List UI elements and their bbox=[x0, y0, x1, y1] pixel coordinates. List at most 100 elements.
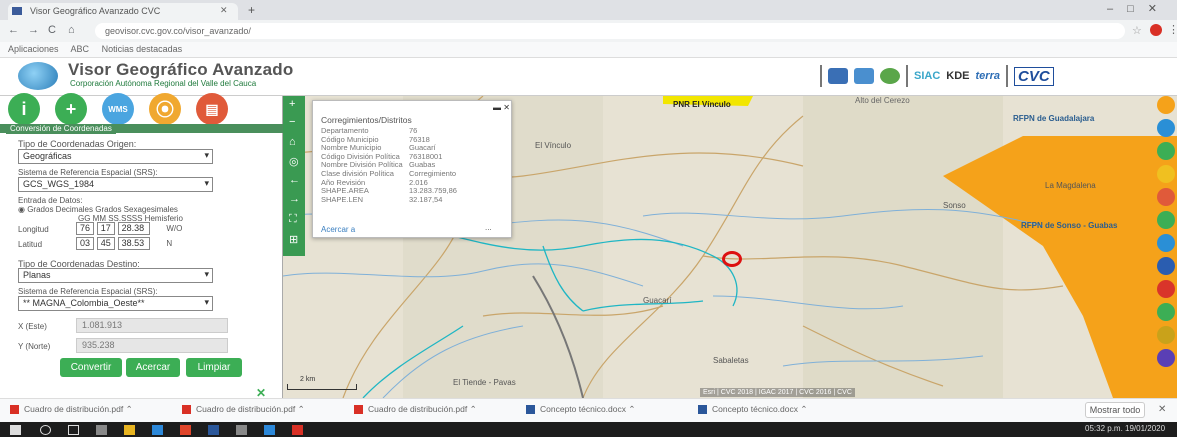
forward-icon[interactable]: → bbox=[28, 24, 39, 36]
fullscreen-icon[interactable]: ⛶ bbox=[289, 213, 297, 226]
divider bbox=[1005, 65, 1008, 87]
popup-title: Corregimientos/Distritos bbox=[321, 115, 412, 125]
system-tray-clock[interactable]: 05:32 p.m. 19/01/2020 bbox=[1085, 424, 1165, 433]
layer-toggle-icon[interactable] bbox=[1157, 165, 1175, 183]
layer-toggle-icon[interactable] bbox=[1157, 326, 1175, 344]
previous-extent-icon[interactable]: ← bbox=[289, 174, 300, 186]
scale-bar bbox=[287, 384, 357, 390]
lon-hemisphere[interactable]: W/O bbox=[166, 224, 182, 233]
browser-tab[interactable]: Visor Geográfico Avanzado CVC bbox=[8, 3, 238, 20]
print-icon[interactable]: ▤ bbox=[196, 93, 228, 125]
taskbar-app-icon[interactable] bbox=[236, 425, 247, 435]
bookmark-star-icon[interactable]: ☆ bbox=[1132, 24, 1142, 37]
data-input-radios[interactable]: ◉ Grados Decimales Grados Sexagesimales bbox=[18, 205, 178, 214]
taskbar-app-icon[interactable] bbox=[96, 425, 107, 435]
layer-toggle-icon[interactable] bbox=[1157, 142, 1175, 160]
layer-toggle-icon[interactable] bbox=[1157, 188, 1175, 206]
siac-logo: SIAC bbox=[914, 70, 941, 82]
pdf-reader-icon[interactable] bbox=[292, 425, 303, 435]
taskbar-app-icon[interactable] bbox=[264, 425, 275, 435]
home-icon[interactable]: ⌂ bbox=[68, 24, 75, 36]
download-item[interactable]: Cuadro de distribución.pdf ⌃ bbox=[182, 404, 305, 415]
info-icon[interactable]: i bbox=[8, 93, 40, 125]
origin-srs-select[interactable]: GCS_WGS_1984 bbox=[18, 177, 213, 192]
radio-labels: Grados Decimales Grados Sexagesimales bbox=[27, 205, 178, 214]
home-extent-icon[interactable]: ⌂ bbox=[289, 136, 296, 148]
windows-start-icon[interactable] bbox=[10, 425, 21, 435]
reload-icon[interactable]: C bbox=[48, 24, 56, 36]
lat-sec-input[interactable]: 38.53 bbox=[117, 237, 150, 250]
url-input[interactable]: geovisor.cvc.gov.co/visor_avanzado/ bbox=[95, 23, 1125, 39]
leaf-icon[interactable] bbox=[880, 68, 900, 84]
taskbar-app-icon[interactable] bbox=[152, 425, 163, 435]
zoom-button[interactable]: Acercar bbox=[126, 358, 180, 377]
lon-min-input[interactable]: 17 bbox=[96, 222, 115, 235]
bookmark-item[interactable]: Aplicaciones bbox=[8, 44, 59, 54]
tab-close-icon[interactable]: ✕ bbox=[220, 5, 228, 16]
zoom-in-icon[interactable]: + bbox=[289, 98, 295, 110]
new-tab-icon[interactable]: + bbox=[248, 3, 255, 17]
data-input-label: Entrada de Datos: bbox=[18, 196, 83, 205]
search-icon[interactable] bbox=[40, 425, 51, 435]
wms-icon[interactable]: WMS bbox=[102, 93, 134, 125]
location-marker-icon[interactable] bbox=[722, 251, 742, 267]
lat-min-input[interactable]: 45 bbox=[96, 237, 115, 250]
file-explorer-icon[interactable] bbox=[124, 425, 135, 435]
os-taskbar bbox=[0, 422, 1177, 437]
map-label: RFPN de Guadalajara bbox=[1013, 114, 1095, 123]
scale-label: 2 km bbox=[300, 376, 316, 383]
locate-icon[interactable]: ◎ bbox=[289, 155, 299, 168]
lat-hemisphere[interactable]: N bbox=[166, 239, 172, 248]
window-controls[interactable]: –□✕ bbox=[1107, 2, 1171, 15]
divider bbox=[906, 65, 908, 87]
bookmark-item[interactable]: ABC bbox=[71, 44, 90, 54]
convert-button[interactable]: Convertir bbox=[60, 358, 122, 377]
layer-toggle-icon[interactable] bbox=[1157, 303, 1175, 321]
origin-type-select[interactable]: Geográficas bbox=[18, 149, 213, 164]
clear-button[interactable]: Limpiar bbox=[186, 358, 242, 377]
lon-deg-input[interactable]: 76 bbox=[76, 222, 94, 235]
bookmarks-bar: Aplicaciones ABC Noticias destacadas bbox=[0, 42, 1177, 58]
word-icon[interactable] bbox=[208, 425, 219, 435]
add-icon[interactable]: + bbox=[55, 93, 87, 125]
map-label: Sabaletas bbox=[713, 356, 749, 365]
more-options[interactable]: ... bbox=[485, 223, 492, 232]
dest-srs-select[interactable]: ** MAGNA_Colombia_Oeste** bbox=[18, 296, 213, 311]
y-label: Y (Norte) bbox=[18, 342, 51, 351]
lat-deg-input[interactable]: 03 bbox=[76, 237, 94, 250]
layer-toggle-icon[interactable] bbox=[1157, 280, 1175, 298]
x-output: 1.081.913 bbox=[76, 318, 228, 333]
layer-toggle-icon[interactable] bbox=[1157, 257, 1175, 275]
download-item[interactable]: Concepto técnico.docx ⌃ bbox=[698, 404, 807, 415]
download-item[interactable]: Cuadro de distribución.pdf ⌃ bbox=[10, 404, 133, 415]
dest-type-select[interactable]: Planas bbox=[18, 268, 213, 283]
chrome-icon[interactable] bbox=[180, 425, 191, 435]
zoom-to-link[interactable]: Acercar a bbox=[321, 225, 355, 234]
layer-toggle-icon[interactable] bbox=[1157, 211, 1175, 229]
browser-menu-icon[interactable]: ⋮ bbox=[1168, 23, 1177, 36]
zoom-out-icon[interactable]: − bbox=[289, 116, 295, 128]
grid-icon[interactable]: ⊞ bbox=[289, 233, 298, 246]
word-file-icon bbox=[698, 405, 707, 415]
show-all-downloads-button[interactable]: Mostrar todo bbox=[1085, 402, 1145, 418]
location-pin-icon[interactable]: ⦿ bbox=[149, 93, 181, 125]
bookmark-item[interactable]: Noticias destacadas bbox=[102, 44, 183, 54]
lon-sec-input[interactable]: 28.38 bbox=[117, 222, 150, 235]
back-icon[interactable]: ← bbox=[8, 24, 19, 36]
fish-icon[interactable] bbox=[854, 68, 874, 84]
water-drop-icon[interactable] bbox=[1157, 119, 1175, 137]
download-filename: Cuadro de distribución.pdf bbox=[24, 404, 124, 414]
downloads-close-icon[interactable]: ✕ bbox=[1158, 404, 1166, 415]
popup-controls[interactable]: ▬ ✕ bbox=[493, 103, 510, 112]
next-extent-icon[interactable]: → bbox=[289, 193, 300, 205]
download-item[interactable]: Concepto técnico.docx ⌃ bbox=[526, 404, 635, 415]
profile-avatar[interactable] bbox=[1150, 24, 1162, 36]
task-view-icon[interactable] bbox=[68, 425, 79, 435]
attr-row: SHAPE.LEN 32.187,54 bbox=[321, 195, 506, 205]
mountains-icon[interactable] bbox=[828, 68, 848, 84]
layer-toggle-icon[interactable] bbox=[1157, 96, 1175, 114]
download-item[interactable]: Cuadro de distribución.pdf ⌃ bbox=[354, 404, 477, 415]
layer-toggle-icon[interactable] bbox=[1157, 234, 1175, 252]
download-filename: Concepto técnico.docx bbox=[712, 404, 798, 414]
layer-toggle-icon[interactable] bbox=[1157, 349, 1175, 367]
